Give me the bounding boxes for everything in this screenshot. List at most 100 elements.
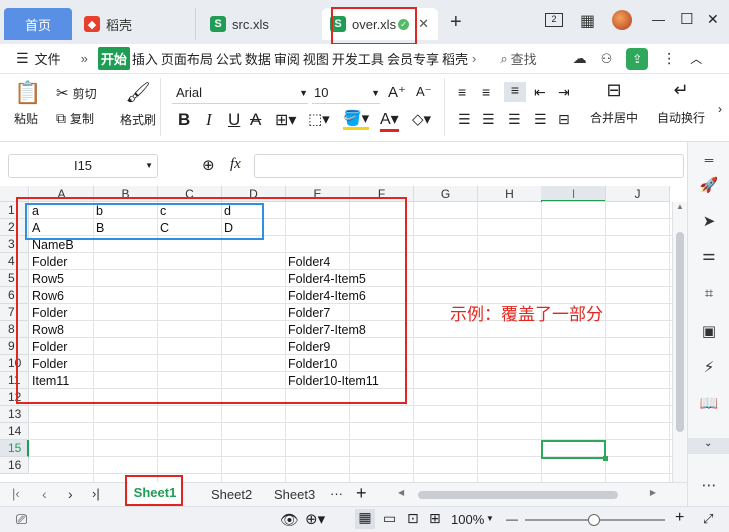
zoom-level[interactable]: 100% bbox=[451, 512, 484, 527]
close-tab-icon[interactable]: ✕ bbox=[418, 16, 429, 32]
copy-button[interactable]: ⧉ 复制 bbox=[56, 110, 94, 127]
cloud-sync-icon[interactable]: ☁ bbox=[573, 50, 587, 67]
menu-review[interactable]: 审阅 bbox=[274, 49, 300, 68]
indent-increase-icon[interactable]: ⇥ bbox=[558, 84, 570, 101]
sheet-tab-sheet2[interactable]: Sheet2 bbox=[211, 487, 252, 502]
crop-icon[interactable]: ⌗ bbox=[699, 284, 719, 304]
adjust-icon[interactable]: ⚌ bbox=[699, 246, 719, 266]
image-tool-icon[interactable]: ▣ bbox=[699, 322, 719, 342]
scroll-up-icon[interactable]: ▲ bbox=[676, 202, 684, 211]
row-header-14[interactable]: 14 bbox=[0, 423, 29, 440]
fx-button[interactable]: fx bbox=[230, 156, 241, 173]
panel-handle-icon[interactable]: ═ bbox=[699, 150, 719, 170]
menu-start[interactable]: 开始 bbox=[97, 47, 130, 70]
maximize-button[interactable]: ☐ bbox=[680, 10, 693, 28]
more-options-icon[interactable]: ⋮ bbox=[662, 50, 676, 67]
status-screen-icon[interactable]: ⎚ bbox=[16, 511, 27, 528]
fill-handle[interactable] bbox=[603, 456, 608, 461]
menu-data[interactable]: 数据 bbox=[245, 49, 271, 68]
chevron-down-icon[interactable]: ▼ bbox=[486, 514, 494, 523]
menu-insert[interactable]: 插入 bbox=[132, 49, 158, 68]
h-scroll-thumb[interactable] bbox=[418, 491, 618, 499]
normal-view-icon[interactable]: ▦ bbox=[355, 509, 375, 529]
hamburger-icon[interactable]: ☰ bbox=[16, 50, 29, 67]
border-icon[interactable]: ⊞▾ bbox=[275, 110, 296, 130]
zoom-slider[interactable] bbox=[525, 514, 665, 526]
align-right-icon[interactable]: ☰ bbox=[508, 111, 521, 128]
menu-page-layout[interactable]: 页面布局 bbox=[161, 49, 213, 68]
row-header-16[interactable]: 16 bbox=[0, 457, 29, 474]
row-header-13[interactable]: 13 bbox=[0, 406, 29, 423]
name-box[interactable]: I15 ▼ bbox=[8, 154, 158, 178]
spreadsheet-grid[interactable]: ABCDEFGHIJ 1 2 3 4 5 6 7 8 9 10 11 12 13 14 15 16 a b c… bbox=[0, 186, 687, 482]
book-icon[interactable]: 📖 bbox=[699, 394, 719, 414]
share-button[interactable]: ⇪ bbox=[626, 47, 649, 70]
zoom-formula-icon[interactable]: ⊕ bbox=[202, 156, 215, 174]
scroll-left-icon[interactable]: ◀ bbox=[398, 488, 404, 497]
tab-src-xls[interactable]: S src.xls bbox=[202, 8, 320, 40]
grid-view-icon[interactable]: ⊕▾ bbox=[305, 510, 325, 528]
menu-developer[interactable]: 开发工具 bbox=[332, 49, 384, 68]
align-middle-icon[interactable]: ≡ bbox=[482, 84, 490, 100]
menu-daoke[interactable]: 稻壳 bbox=[442, 49, 468, 68]
font-color-icon[interactable]: A▾ bbox=[380, 109, 399, 132]
fill-style-icon[interactable]: ⬚▾ bbox=[308, 110, 330, 128]
apps-grid-icon[interactable]: ▦ bbox=[580, 11, 595, 31]
close-window-button[interactable]: ✕ bbox=[707, 11, 719, 28]
fill-color-icon[interactable]: 🪣▾ bbox=[343, 109, 370, 130]
select-cursor-icon[interactable]: ➤ bbox=[699, 212, 719, 232]
active-cell[interactable] bbox=[541, 440, 606, 459]
new-tab-button[interactable]: + bbox=[450, 11, 462, 34]
sheet-tab-sheet3[interactable]: Sheet3 bbox=[274, 487, 315, 502]
panel-more-icon[interactable]: ⋯ bbox=[699, 476, 719, 496]
lightning-icon[interactable]: ⚡ bbox=[699, 358, 719, 378]
collapse-ribbon-icon[interactable]: ︿ bbox=[690, 50, 702, 67]
column-header-J[interactable]: J bbox=[606, 186, 670, 202]
search-icon[interactable]: ⌕ bbox=[500, 51, 507, 67]
justify-icon[interactable]: ☰ bbox=[534, 111, 547, 128]
italic-button[interactable]: I bbox=[206, 110, 212, 130]
reading-mode-icon[interactable]: ⊞ bbox=[429, 510, 441, 527]
tab-daoke[interactable]: ◆ 稻壳 bbox=[76, 8, 196, 40]
strikethrough-icon[interactable]: A bbox=[250, 110, 261, 130]
formula-input[interactable] bbox=[254, 154, 684, 178]
next-sheet-icon[interactable]: › bbox=[68, 486, 73, 502]
tab-home[interactable]: 首页 bbox=[4, 8, 72, 40]
increase-font-icon[interactable]: A⁺ bbox=[388, 83, 406, 101]
wrap-text-button[interactable]: ↵ 自动换行 bbox=[657, 80, 705, 126]
indent-decrease-icon[interactable]: ⇤ bbox=[534, 84, 546, 101]
bold-button[interactable]: B bbox=[178, 110, 190, 130]
align-top-icon[interactable]: ≡ bbox=[458, 84, 466, 100]
rocket-icon[interactable]: 🚀 bbox=[699, 176, 719, 196]
menu-formula[interactable]: 公式 bbox=[216, 49, 242, 68]
horizontal-scrollbar[interactable]: ◀ ▶ bbox=[398, 488, 656, 500]
decrease-font-icon[interactable]: A⁻ bbox=[416, 84, 432, 100]
zoom-out-button[interactable]: — bbox=[506, 512, 518, 526]
first-sheet-icon[interactable]: |‹ bbox=[12, 486, 20, 501]
page-layout-view-icon[interactable]: ▭ bbox=[383, 510, 396, 527]
align-left-icon[interactable]: ☰ bbox=[458, 111, 471, 128]
underline-button[interactable]: U bbox=[228, 110, 240, 130]
zoom-slider-thumb[interactable] bbox=[588, 514, 600, 526]
zoom-in-button[interactable]: + bbox=[675, 509, 684, 527]
menu-file[interactable]: 文件 bbox=[35, 49, 61, 68]
menu-view[interactable]: 视图 bbox=[303, 49, 329, 68]
scroll-thumb[interactable] bbox=[676, 232, 684, 432]
column-header-G[interactable]: G bbox=[414, 186, 478, 202]
last-sheet-icon[interactable]: ›| bbox=[92, 486, 100, 501]
cut-button[interactable]: ✂ 剪切 bbox=[56, 84, 97, 102]
add-sheet-button[interactable]: + bbox=[356, 483, 367, 504]
collaborate-icon[interactable]: ⚇ bbox=[601, 51, 613, 67]
avatar[interactable] bbox=[612, 10, 632, 30]
prev-sheet-icon[interactable]: ‹ bbox=[42, 486, 47, 502]
menu-scroll-right[interactable]: › bbox=[472, 51, 476, 66]
ribbon-scroll-right-icon[interactable]: › bbox=[718, 102, 722, 116]
row-header-15[interactable]: 15 bbox=[0, 440, 29, 457]
format-painter-button[interactable]: 🖌 格式刷 bbox=[120, 80, 156, 128]
more-sheets-icon[interactable]: ··· bbox=[330, 486, 343, 501]
font-name-select[interactable]: Arial ▼ bbox=[172, 82, 308, 104]
search-label[interactable]: 查找 bbox=[511, 49, 537, 68]
eye-protect-icon[interactable]: 👁 bbox=[280, 511, 299, 529]
panel-expand[interactable]: ⌄ bbox=[688, 438, 729, 454]
page-break-view-icon[interactable]: ⊡ bbox=[407, 510, 419, 527]
